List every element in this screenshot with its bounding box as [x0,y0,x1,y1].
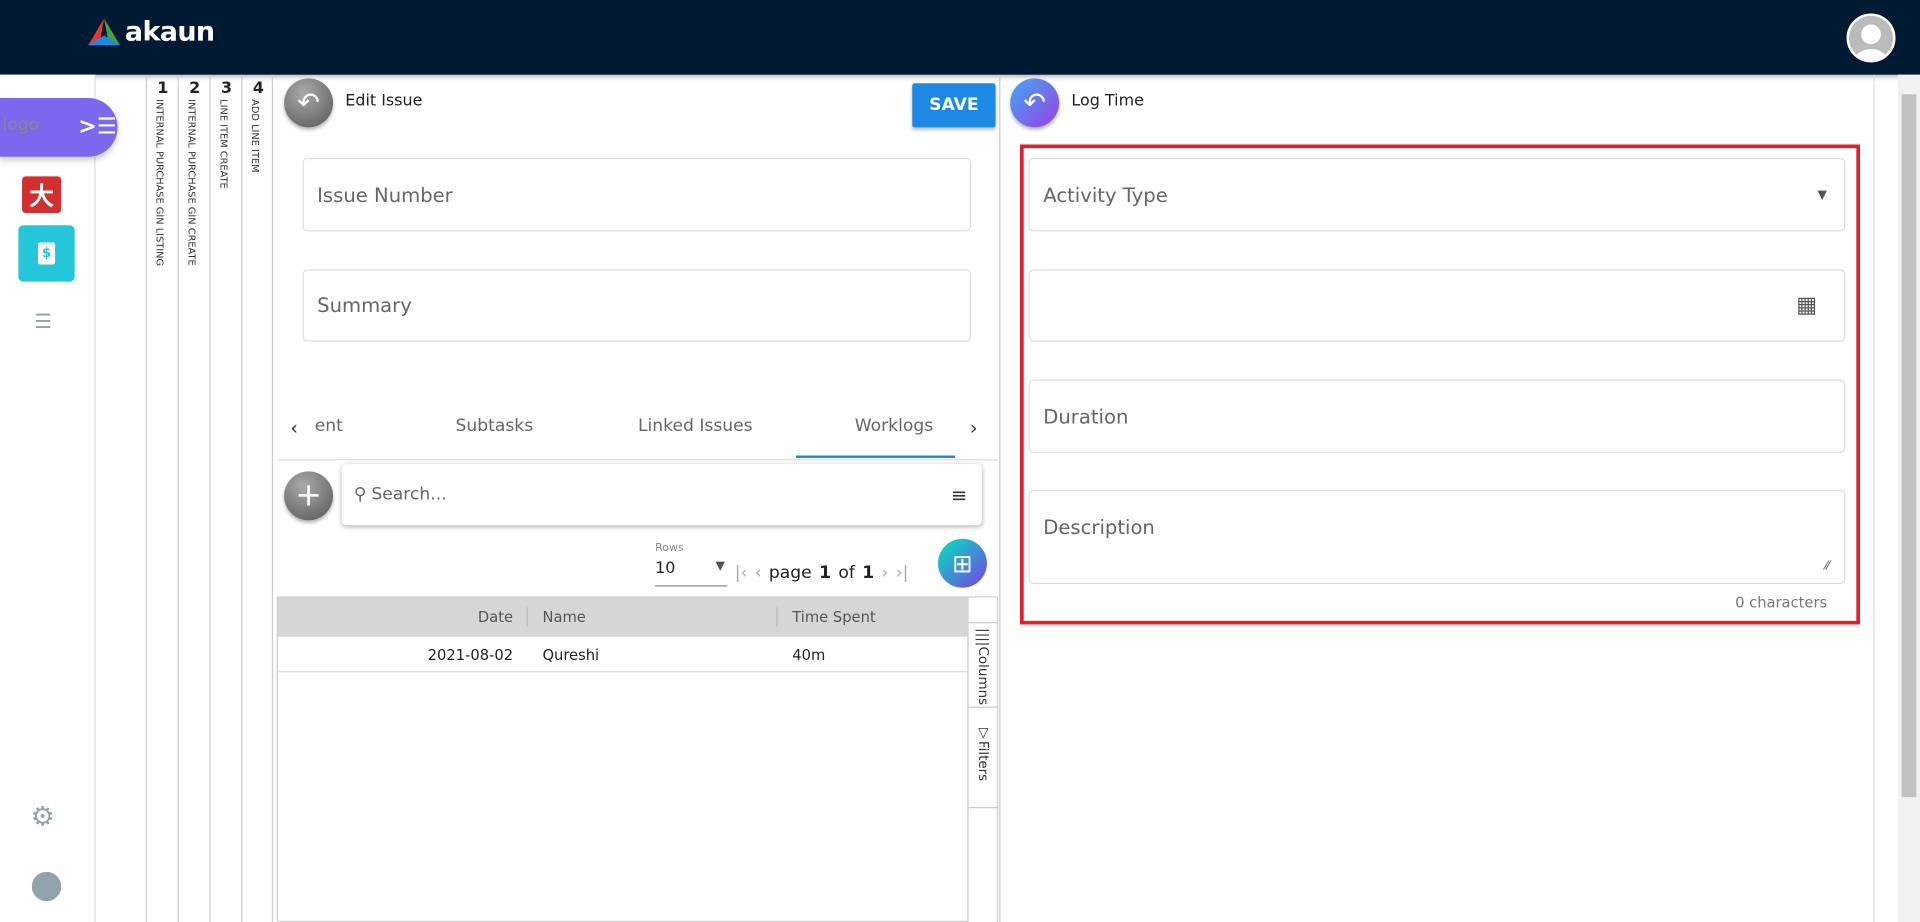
rows-label: Rows [655,542,684,555]
of-label: of [838,563,855,583]
panel-divider [999,74,1001,922]
user-avatar[interactable] [1846,13,1896,63]
grid-side-bar: |||| Columns ▽ Filters [967,597,998,922]
tab-label: LINE ITEM CREATE [217,99,229,189]
breadcrumb-tab-2[interactable]: 2 INTERNAL PURCHASE GIN CREATE [177,74,210,922]
first-page-icon[interactable]: |‹ [735,563,748,583]
scrollbar-thumb[interactable] [1901,94,1917,798]
cell-date: 2021-08-02 [427,646,514,664]
last-page-icon[interactable]: ›| [896,563,909,583]
search-icon: ⚲ [353,484,367,505]
app-red-icon[interactable]: 大 [22,176,62,214]
tab-label: INTERNAL PURCHASE GIN CREATE [186,99,198,266]
tab-scroll-right[interactable]: › [970,416,978,439]
tab-number: 2 [189,79,201,98]
back-button[interactable]: ↶ [284,78,334,128]
invoice-app-icon[interactable]: $ [18,225,75,282]
rows-value: 10 [655,559,676,578]
tab-label: INTERNAL PURCHASE GIN LISTING [154,99,166,267]
next-page-icon[interactable]: › [882,563,889,583]
sidebar-toggle[interactable]: logo >☰ [0,97,118,157]
tab-subtasks[interactable]: Subtasks [456,416,534,436]
save-button[interactable]: SAVE [912,83,996,128]
dropdown-arrow-icon: ▼ [1817,187,1827,202]
issue-number-input[interactable]: Issue Number [302,157,972,232]
page-label: page [768,563,812,583]
filter-funnel-icon: ▽ [975,724,992,741]
date-input[interactable]: ▦ [1028,269,1846,342]
search-box[interactable]: ⚲ Search... ≡ [341,464,983,526]
pagination: |‹ ‹ page 1 of 1 › ›| [735,563,909,583]
tab-number: 3 [220,79,233,98]
tab-worklogs[interactable]: Worklogs [855,416,933,436]
columns-icon: |||| [975,628,992,647]
add-worklog-button[interactable]: + [284,471,334,521]
settings-gear-icon[interactable]: ⚙ [31,802,55,833]
column-date[interactable]: Date [478,609,513,626]
description-label: Description [1043,515,1155,539]
filter-icon[interactable]: ≡ [951,483,967,506]
table-row[interactable]: 2021-08-02 Qureshi 40m [277,637,968,673]
brand-name: akaun [124,17,215,48]
duration-input[interactable]: Duration [1028,379,1846,454]
filters-panel-button[interactable]: ▽ Filters [968,720,998,809]
cell-name: Qureshi [542,646,600,664]
tab-linked-issues[interactable]: Linked Issues [638,416,753,436]
rows-select[interactable]: 10 ▼ [655,559,728,587]
activity-type-label: Activity Type [1043,183,1168,207]
activity-type-select[interactable]: Activity Type ▼ [1028,157,1846,232]
character-count: 0 characters [1735,593,1828,612]
column-name[interactable]: Name [542,609,585,626]
breadcrumb-tab-1[interactable]: 1 INTERNAL PURCHASE GIN LISTING [145,74,178,922]
top-bar [0,0,1920,75]
logo-image: logo [2,115,40,135]
app-root: akaun logo >☰ 大 $ ☰ ⚙ 1 INTERNAL PURCHASE… [0,0,1920,922]
tab-number: 1 [157,79,169,98]
total-pages: 1 [862,563,875,583]
dropdown-arrow-icon: ▼ [715,559,725,574]
tab-scroll-left[interactable]: ‹ [290,416,298,439]
prev-page-icon[interactable]: ‹ [755,563,762,583]
profile-icon[interactable] [31,871,62,902]
calendar-icon[interactable]: ▦ [1796,293,1817,319]
filters-label: Filters [975,740,992,782]
log-time-back-button[interactable]: ↶ [1010,78,1060,128]
akaun-logo-icon [88,17,121,45]
summary-input[interactable]: Summary [302,269,972,342]
breadcrumb-tab-4[interactable]: 4 ADD LINE ITEM [241,74,274,922]
column-time-spent[interactable]: Time Spent [792,609,875,626]
resize-handle-icon[interactable]: ⁄⁄ [1825,560,1829,573]
columns-panel-button[interactable]: |||| Columns [968,622,998,708]
tab-comment[interactable]: ent [315,416,343,436]
tabs-divider [277,459,998,461]
search-input[interactable]: Search... [371,485,446,505]
panel-title: Edit Issue [345,91,423,111]
menu-collapse-icon[interactable]: >☰ [78,114,116,140]
list-icon[interactable]: ☰ [34,310,52,333]
tab-label: ADD LINE ITEM [249,99,261,173]
active-tab-indicator [795,455,956,458]
log-time-title: Log Time [1071,91,1144,111]
current-page: 1 [819,563,832,583]
brand-logo[interactable]: akaun [88,17,215,48]
table-header: Date Name Time Spent [277,597,968,637]
columns-label: Columns [975,646,992,705]
breadcrumb-tab-3[interactable]: 3 LINE ITEM CREATE [209,74,241,922]
cell-time-spent: 40m [792,646,826,664]
description-textarea[interactable]: Description ⁄⁄ [1028,489,1846,585]
panel-border [1873,74,1875,922]
scrollbar[interactable] [1897,74,1920,922]
tab-number: 4 [252,79,264,98]
grid-view-button[interactable]: ⊞ [937,538,987,588]
